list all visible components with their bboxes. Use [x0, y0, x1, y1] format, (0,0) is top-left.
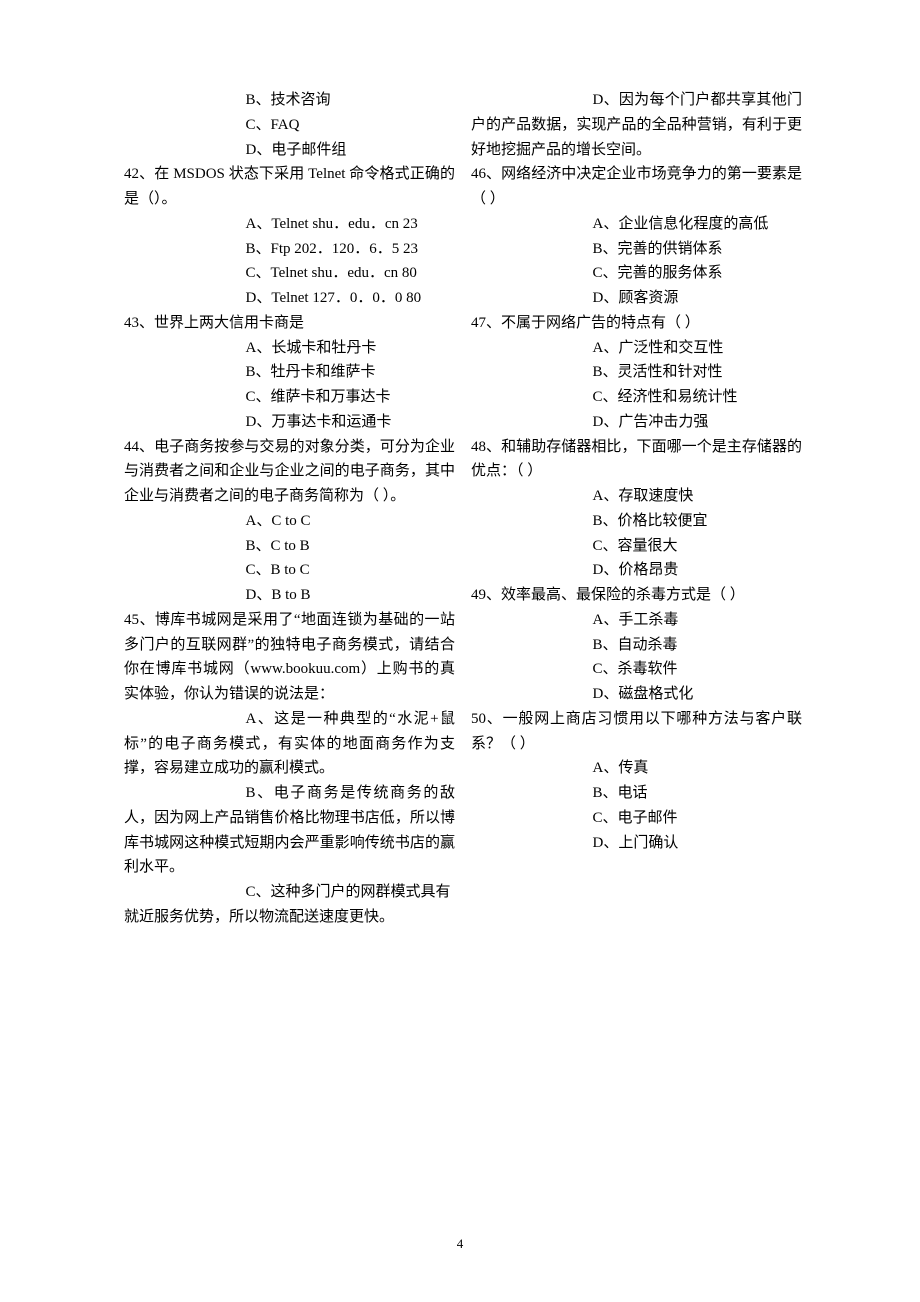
q43-option-b: B、牡丹卡和维萨卡 — [124, 360, 455, 385]
q50-option-d: D、上门确认 — [471, 831, 802, 856]
q46-option-c: C、完善的服务体系 — [471, 261, 802, 286]
q49-option-d: D、磁盘格式化 — [471, 682, 802, 707]
q44-stem: 44、电子商务按参与交易的对象分类，可分为企业与消费者之间和企业与企业之间的电子… — [124, 435, 455, 509]
q47-option-b: B、灵活性和针对性 — [471, 360, 802, 385]
q45-option-d: D、因为每个门户都共享其他门户的产品数据，实现产品的全品种营销，有利于更好地挖掘… — [471, 88, 802, 162]
q47-option-d: D、广告冲击力强 — [471, 410, 802, 435]
q46-stem: 46、网络经济中决定企业市场竞争力的第一要素是（ ） — [471, 162, 802, 212]
q50-option-b: B、电话 — [471, 781, 802, 806]
q49-option-b: B、自动杀毒 — [471, 633, 802, 658]
q43-stem: 43、世界上两大信用卡商是 — [124, 311, 455, 336]
q45-option-c-cont: 就近服务优势，所以物流配送速度更快。 — [124, 905, 455, 930]
q44-option-b: B、C to B — [124, 534, 455, 559]
q46-option-b: B、完善的供销体系 — [471, 237, 802, 262]
q47-option-a: A、广泛性和交互性 — [471, 336, 802, 361]
q45-option-b: B、电子商务是传统商务的敌人，因为网上产品销售价格比物理书店低，所以博库书城网这… — [124, 781, 455, 880]
q42-option-b: B、Ftp 202．120．6．5 23 — [124, 237, 455, 262]
q42-stem: 42、在 MSDOS 状态下采用 Telnet 命令格式正确的是（）。 — [124, 162, 455, 212]
q44-option-a: A、C to C — [124, 509, 455, 534]
q42-option-a: A、Telnet shu．edu．cn 23 — [124, 212, 455, 237]
q45-option-c: C、这种多门户的网群模式具有 — [124, 880, 455, 905]
q49-stem: 49、效率最高、最保险的杀毒方式是（ ） — [471, 583, 802, 608]
q46-option-d: D、顾客资源 — [471, 286, 802, 311]
q42-option-d: D、Telnet 127．0．0．0 80 — [124, 286, 455, 311]
q47-option-c: C、经济性和易统计性 — [471, 385, 802, 410]
q43-option-c: C、维萨卡和万事达卡 — [124, 385, 455, 410]
content-columns: B、技术咨询 C、FAQ D、电子邮件组 42、在 MSDOS 状态下采用 Te… — [124, 88, 802, 948]
q41-option-d: D、电子邮件组 — [124, 138, 455, 163]
q48-option-a: A、存取速度快 — [471, 484, 802, 509]
q50-stem: 50、一般网上商店习惯用以下哪种方法与客户联系？（ ） — [471, 707, 802, 757]
page: B、技术咨询 C、FAQ D、电子邮件组 42、在 MSDOS 状态下采用 Te… — [0, 0, 920, 1302]
q43-option-a: A、长城卡和牡丹卡 — [124, 336, 455, 361]
q44-option-c: C、B to C — [124, 558, 455, 583]
q45-option-a: A、这是一种典型的“水泥+鼠标”的电子商务模式，有实体的地面商务作为支撑，容易建… — [124, 707, 455, 781]
q48-option-d: D、价格昂贵 — [471, 558, 802, 583]
q41-option-b: B、技术咨询 — [124, 88, 455, 113]
q48-stem: 48、和辅助存储器相比，下面哪一个是主存储器的优点：（ ） — [471, 435, 802, 485]
q44-option-d: D、B to B — [124, 583, 455, 608]
q46-option-a: A、企业信息化程度的高低 — [471, 212, 802, 237]
q50-option-a: A、传真 — [471, 756, 802, 781]
q48-option-c: C、容量很大 — [471, 534, 802, 559]
q50-option-c: C、电子邮件 — [471, 806, 802, 831]
q49-option-a: A、手工杀毒 — [471, 608, 802, 633]
q42-option-c: C、Telnet shu．edu．cn 80 — [124, 261, 455, 286]
q45-stem: 45、博库书城网是采用了“地面连锁为基础的一站多门户的互联网群”的独特电子商务模… — [124, 608, 455, 707]
q41-option-c: C、FAQ — [124, 113, 455, 138]
q48-option-b: B、价格比较便宜 — [471, 509, 802, 534]
q49-option-c: C、杀毒软件 — [471, 657, 802, 682]
q47-stem: 47、不属于网络广告的特点有（ ） — [471, 311, 802, 336]
q43-option-d: D、万事达卡和运通卡 — [124, 410, 455, 435]
page-number: 4 — [0, 1233, 920, 1254]
